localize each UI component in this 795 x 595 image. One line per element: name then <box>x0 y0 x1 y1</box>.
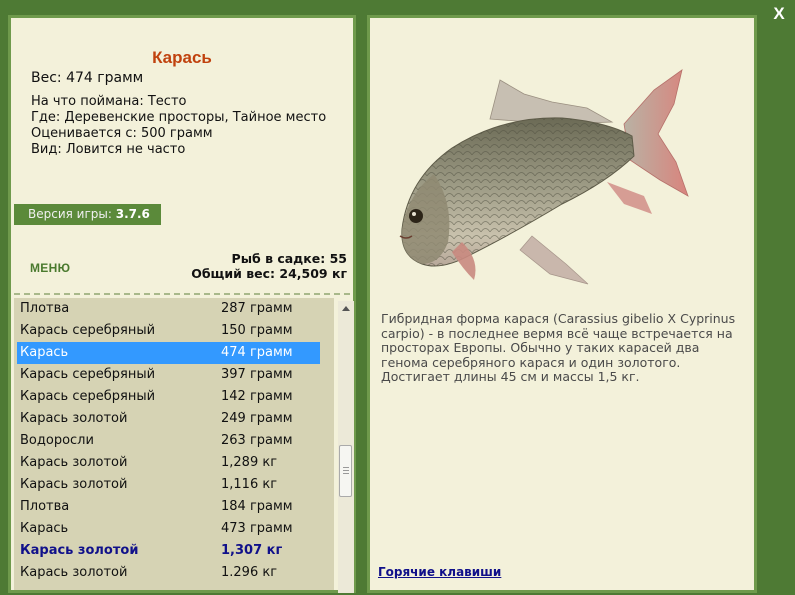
catch-item-name: Карась золотой <box>20 543 139 558</box>
fish-count: Рыб в садке: 55 <box>231 251 347 266</box>
catch-list-item[interactable]: Карась 473 грамм <box>14 518 334 540</box>
fish-eye <box>409 209 423 223</box>
catch-item-name: Карась серебряный <box>20 323 156 338</box>
fish-weight: Вес: 474 грамм <box>31 70 144 86</box>
total-weight: Общий вес: 24,509 кг <box>191 266 347 281</box>
catch-item-name: Плотва <box>20 499 70 514</box>
catch-item-weight: 473 грамм <box>221 521 293 536</box>
catch-list-item[interactable]: Карась золотой 1,116 кг <box>14 474 334 496</box>
catch-item-name: Карась золотой <box>20 411 128 426</box>
fish-bait: На что поймана: Тесто <box>31 94 187 109</box>
catch-list-item[interactable]: Карась серебряный 150 грамм <box>14 320 334 342</box>
catch-item-weight: 474 грамм <box>221 345 293 360</box>
catch-item-name: Карась золотой <box>20 477 128 492</box>
catch-list-item[interactable]: Карась золотой 1,307 кг <box>14 540 334 562</box>
catch-list-item[interactable]: Карась серебряный 142 грамм <box>14 386 334 408</box>
catch-list-item[interactable]: Плотва 184 грамм <box>14 496 334 518</box>
dorsal-fin <box>489 79 614 125</box>
menu-button[interactable]: МЕНЮ <box>30 261 70 275</box>
fish-info-panel: Карась Вес: 474 грамм На что поймана: Те… <box>8 15 356 593</box>
catch-item-weight: 1.296 кг <box>221 565 278 580</box>
hotkeys-link[interactable]: Горячие клавиши <box>378 565 501 579</box>
catch-list-item[interactable]: Карась серебряный 397 грамм <box>14 364 334 386</box>
tail-fin <box>623 69 689 197</box>
fish-value: Оценивается с: 500 грамм <box>31 126 213 141</box>
divider <box>14 293 350 295</box>
catch-stats: Рыб в садке: 55 Общий вес: 24,509 кг <box>191 251 347 281</box>
thumb-grip <box>343 473 349 474</box>
catch-item-weight: 150 грамм <box>221 323 293 338</box>
catch-item-weight: 1,307 кг <box>221 543 283 558</box>
catch-item-weight: 249 грамм <box>221 411 293 426</box>
fish-details: На что поймана: Тесто Где: Деревенские п… <box>31 94 326 158</box>
fish-description-panel: Гибридная форма карася (Carassius gibeli… <box>367 15 757 593</box>
catch-item-weight: 263 грамм <box>221 433 293 448</box>
catch-item-name: Карась <box>20 345 69 360</box>
fish-description: Гибридная форма карася (Carassius gibeli… <box>381 311 736 384</box>
fish-location: Где: Деревенские просторы, Тайное место <box>31 110 327 125</box>
catch-item-name: Карась серебряный <box>20 367 156 382</box>
version-number: 3.7.6 <box>115 207 150 221</box>
version-badge: Версия игры: 3.7.6 <box>14 204 161 225</box>
catch-item-weight: 142 грамм <box>221 389 293 404</box>
catch-item-weight: 1,289 кг <box>221 455 278 470</box>
catch-item-name: Карась серебряный <box>20 389 156 404</box>
version-label: Версия игры: <box>28 207 112 221</box>
catch-item-weight: 184 грамм <box>221 499 293 514</box>
catch-list[interactable]: Плотва 287 грамм Карась серебряный 150 грам… <box>14 298 334 590</box>
catch-item-weight: 287 грамм <box>221 301 293 316</box>
catch-item-name: Карась золотой <box>20 455 128 470</box>
thumb-grip <box>343 470 349 471</box>
scroll-up-arrow-icon[interactable] <box>342 306 350 311</box>
catch-list-item[interactable]: Карась 474 грамм <box>17 342 320 364</box>
catch-item-name: Карась золотой <box>20 565 128 580</box>
catch-list-item[interactable]: Водоросли 263 грамм <box>14 430 334 452</box>
catch-item-weight: 397 грамм <box>221 367 293 382</box>
catch-list-item[interactable]: Карась золотой 1,289 кг <box>14 452 334 474</box>
catch-list-item[interactable]: Плотва 287 грамм <box>14 298 334 320</box>
thumb-grip <box>343 467 349 468</box>
fish-name: Карась <box>152 48 212 67</box>
scrollbar-thumb[interactable] <box>339 445 352 497</box>
catch-list-item[interactable]: Карась золотой 1.296 кг <box>14 562 334 584</box>
anal-fin <box>607 182 652 214</box>
fish-image <box>399 69 689 285</box>
catch-list-scrollbar[interactable] <box>338 301 354 593</box>
catch-item-name: Водоросли <box>20 433 94 448</box>
catch-item-name: Карась <box>20 521 69 536</box>
fish-rarity: Вид: Ловится не часто <box>31 142 186 157</box>
close-button[interactable]: X <box>769 4 789 24</box>
catch-item-weight: 1,116 кг <box>221 477 278 492</box>
catch-item-name: Плотва <box>20 301 70 316</box>
pelvic-fin <box>519 235 589 285</box>
catch-list-item[interactable]: Карась золотой 249 грамм <box>14 408 334 430</box>
